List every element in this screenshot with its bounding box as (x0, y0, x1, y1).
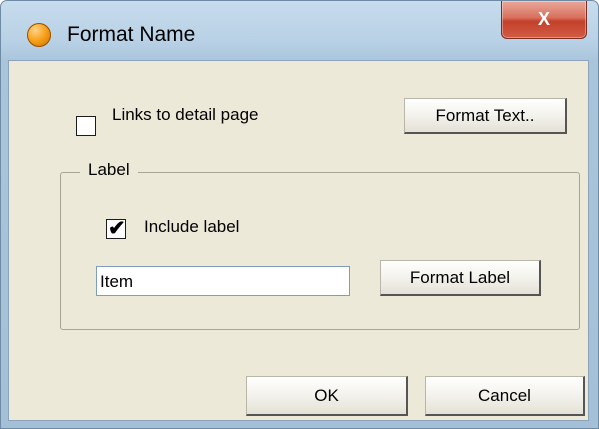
close-icon: X (537, 9, 550, 29)
cancel-button[interactable]: Cancel (425, 376, 585, 416)
close-button[interactable]: X (501, 1, 587, 39)
format-label-button[interactable]: Format Label (380, 260, 541, 296)
links-to-detail-label: Links to detail page (112, 105, 259, 124)
title-bar[interactable]: Format Name X (1, 1, 598, 61)
include-label-label: Include label (144, 217, 240, 236)
app-orb-icon (27, 23, 51, 47)
label-groupbox (60, 172, 580, 330)
format-text-button[interactable]: Format Text.. (404, 98, 567, 134)
ok-button[interactable]: OK (246, 376, 408, 416)
window-title: Format Name (67, 23, 196, 46)
label-groupbox-title: Label (80, 160, 138, 180)
include-label-checkbox[interactable]: ✔ (106, 217, 126, 240)
links-to-detail-checkbox[interactable] (76, 116, 96, 136)
checkmark-icon: ✔ (108, 217, 126, 240)
label-text-input[interactable]: Item (96, 266, 350, 296)
